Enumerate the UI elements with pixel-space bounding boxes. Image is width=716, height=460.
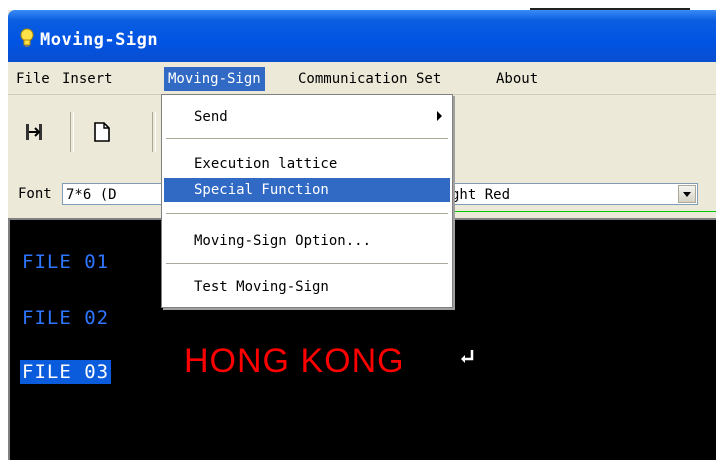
message-text[interactable]: HONG KONG <box>184 342 405 381</box>
menu-separator <box>166 138 448 139</box>
connect-icon <box>26 124 42 140</box>
color-select[interactable]: ght Red <box>448 183 698 205</box>
menu-item-label: Send <box>194 109 228 125</box>
file-label[interactable]: FILE 02 <box>20 306 111 330</box>
menu-item-label: Test Moving-Sign <box>194 279 329 295</box>
menu-bar: File Insert Moving-Sign Communication Se… <box>8 64 716 95</box>
menu-moving-sign[interactable]: Moving-Sign <box>164 67 265 91</box>
menu-insert[interactable]: Insert <box>58 67 117 91</box>
file-label[interactable]: FILE 01 <box>20 250 111 274</box>
menu-separator <box>166 213 448 214</box>
file-label-selected[interactable]: FILE 03 <box>20 360 112 384</box>
menu-separator <box>166 263 448 264</box>
menu-item-label: Moving-Sign Option... <box>194 233 372 249</box>
font-select[interactable]: 7*6 (D <box>62 183 172 205</box>
lightbulb-icon <box>20 28 34 47</box>
return-icon <box>461 350 474 363</box>
menu-item-label: Special Function <box>194 182 329 198</box>
menu-about[interactable]: About <box>492 67 542 91</box>
menu-item-special-function[interactable]: Special Function <box>164 178 450 202</box>
menu-item-test[interactable]: Test Moving-Sign <box>164 275 450 299</box>
title-bar[interactable]: Moving-Sign <box>8 10 716 62</box>
menu-item-label: Execution lattice <box>194 156 338 172</box>
menu-item-execution-lattice[interactable]: Execution lattice <box>164 152 450 176</box>
connect-button[interactable] <box>18 116 50 148</box>
new-file-icon <box>94 122 110 142</box>
menu-item-send[interactable]: Send <box>164 105 450 129</box>
toolbar-separator <box>152 112 156 152</box>
new-file-button[interactable] <box>86 116 118 148</box>
moving-sign-menu: Send Execution lattice Special Function … <box>161 94 453 308</box>
window-title: Moving-Sign <box>40 30 159 50</box>
font-label: Font <box>18 186 52 202</box>
color-select-value: ght Red <box>451 187 511 203</box>
menu-communication-set[interactable]: Communication Set <box>294 67 445 91</box>
menu-item-option[interactable]: Moving-Sign Option... <box>164 229 450 253</box>
toolbar-separator <box>70 112 74 152</box>
dropdown-arrow-icon[interactable] <box>678 185 696 203</box>
menu-file[interactable]: File <box>12 67 54 91</box>
submenu-arrow-icon <box>437 111 442 121</box>
